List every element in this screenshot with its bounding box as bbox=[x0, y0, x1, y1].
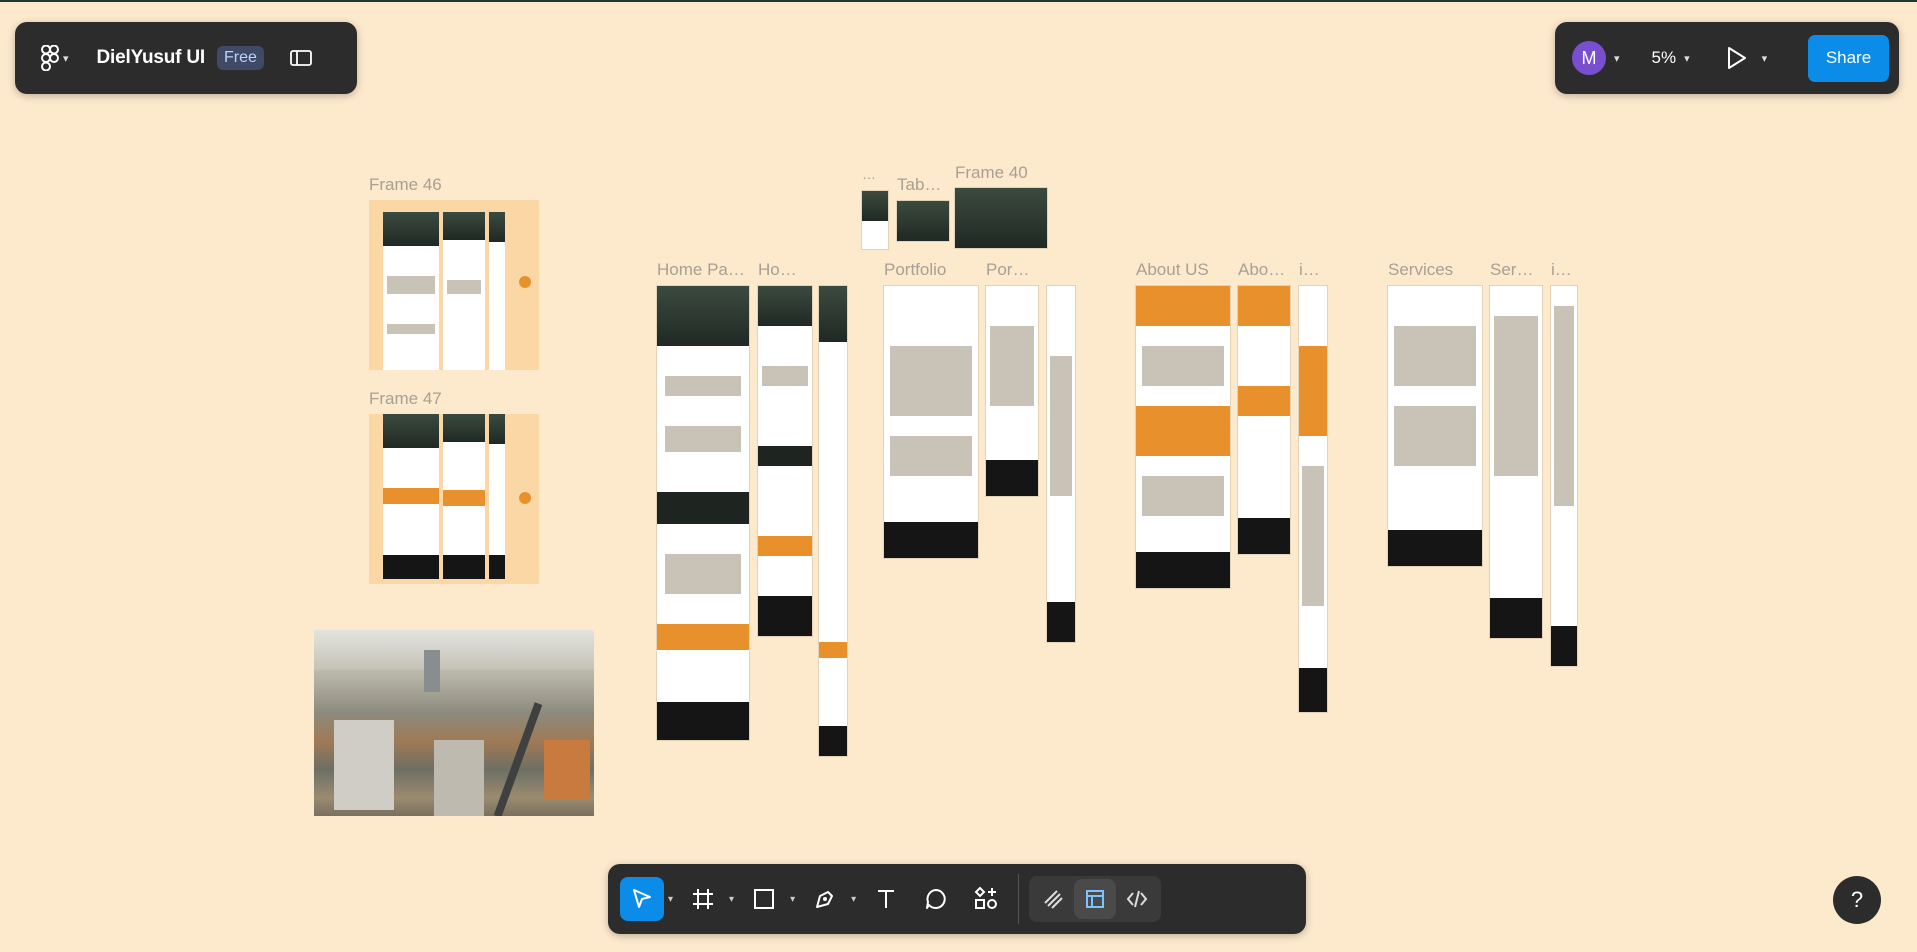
zoom-level: 5% bbox=[1651, 48, 1677, 67]
dev-mode-button[interactable] bbox=[1116, 879, 1158, 919]
frame-services-mobile[interactable] bbox=[1550, 285, 1578, 667]
chevron-down-icon: ▾ bbox=[1684, 52, 1690, 65]
frame-label[interactable]: … bbox=[862, 166, 876, 182]
frame-home-page[interactable] bbox=[656, 285, 750, 741]
frame-label[interactable]: i… bbox=[1299, 260, 1320, 280]
frame-home-tablet[interactable] bbox=[757, 285, 813, 637]
frame-label[interactable]: Ser… bbox=[1490, 260, 1533, 280]
frame-icon bbox=[693, 889, 714, 909]
frame-portfolio[interactable] bbox=[883, 285, 979, 559]
figma-logo-icon bbox=[41, 45, 59, 71]
chevron-down-icon[interactable]: ▾ bbox=[851, 894, 856, 905]
frame-services-tablet[interactable] bbox=[1489, 285, 1543, 639]
frame-mobile-small[interactable] bbox=[861, 190, 889, 250]
frame-label[interactable]: Frame 40 bbox=[955, 163, 1028, 183]
frame-label[interactable]: About US bbox=[1136, 260, 1209, 280]
play-icon bbox=[1727, 47, 1746, 69]
design-mode-button[interactable] bbox=[1074, 879, 1117, 919]
move-tool-button[interactable] bbox=[620, 877, 664, 921]
frame-about-us[interactable] bbox=[1135, 285, 1231, 589]
file-title[interactable]: DielYusuf UI bbox=[97, 47, 206, 69]
avatar: M bbox=[1572, 41, 1606, 75]
chevron-down-icon[interactable]: ▾ bbox=[790, 894, 795, 905]
frame-46[interactable] bbox=[369, 200, 539, 370]
frame-about-mobile[interactable] bbox=[1298, 285, 1328, 713]
bottom-toolbar: ▾ ▾ ▾ ▾ bbox=[608, 864, 1306, 934]
frame-40[interactable] bbox=[954, 187, 1048, 249]
user-menu[interactable]: M ▾ bbox=[1572, 41, 1620, 75]
frame-label[interactable]: Abo… bbox=[1238, 260, 1285, 280]
frame-47[interactable] bbox=[369, 414, 539, 584]
chevron-down-icon[interactable]: ▾ bbox=[729, 894, 734, 905]
rectangle-icon bbox=[754, 889, 775, 909]
mode-switcher bbox=[1029, 876, 1162, 922]
frame-portfolio-tablet[interactable] bbox=[985, 285, 1039, 497]
pen-icon bbox=[816, 891, 834, 908]
frame-label[interactable]: Services bbox=[1388, 260, 1453, 280]
city-photo[interactable] bbox=[314, 630, 594, 816]
text-tool-button[interactable] bbox=[864, 877, 908, 921]
cursor-icon bbox=[633, 889, 651, 908]
frame-tool-button[interactable] bbox=[681, 877, 725, 921]
toolbar-divider bbox=[1018, 874, 1020, 924]
frame-label[interactable]: Frame 47 bbox=[369, 389, 442, 409]
collab-panel: M ▾ 5% ▾ ▾ Share bbox=[1555, 22, 1899, 94]
draw-mode-button[interactable] bbox=[1032, 879, 1074, 919]
code-icon bbox=[1126, 890, 1148, 908]
text-icon bbox=[878, 890, 895, 908]
present-button[interactable]: ▾ bbox=[1726, 46, 1768, 70]
chevron-down-icon[interactable]: ▾ bbox=[668, 894, 673, 905]
frame-label[interactable]: Por… bbox=[986, 260, 1029, 280]
chevron-down-icon: ▾ bbox=[1761, 52, 1768, 65]
frame-label[interactable]: Frame 46 bbox=[369, 175, 442, 195]
comment-tool-button[interactable] bbox=[914, 877, 958, 921]
design-icon bbox=[1086, 890, 1105, 908]
actions-tool-button[interactable] bbox=[964, 877, 1008, 921]
frame-about-tablet[interactable] bbox=[1237, 285, 1291, 555]
toggle-sidebar-button[interactable] bbox=[290, 50, 312, 66]
frame-label[interactable]: Tab… bbox=[897, 175, 941, 195]
zoom-menu[interactable]: 5% ▾ bbox=[1620, 48, 1690, 68]
frame-home-mobile[interactable] bbox=[818, 285, 848, 757]
frame-label[interactable]: Portfolio bbox=[884, 260, 946, 280]
shape-tool-button[interactable] bbox=[742, 877, 786, 921]
chevron-down-icon: ▾ bbox=[63, 52, 69, 65]
frame-label[interactable]: Ho… bbox=[758, 260, 797, 280]
share-button[interactable]: Share bbox=[1808, 34, 1889, 82]
comment-icon bbox=[926, 889, 946, 909]
sidebar-icon bbox=[290, 50, 312, 66]
frame-portfolio-mobile[interactable] bbox=[1046, 285, 1076, 643]
frame-services[interactable] bbox=[1387, 285, 1483, 567]
help-button[interactable]: ? bbox=[1833, 876, 1881, 924]
main-menu-button[interactable]: ▾ bbox=[41, 45, 69, 71]
frame-label[interactable]: Home Pa… bbox=[657, 260, 745, 280]
plan-badge[interactable]: Free bbox=[217, 46, 264, 70]
file-menu-panel: ▾ DielYusuf UI Free bbox=[15, 22, 357, 94]
frame-label[interactable]: i… bbox=[1551, 260, 1572, 280]
draw-icon bbox=[1044, 890, 1063, 909]
frame-tablet[interactable] bbox=[896, 200, 950, 242]
pen-tool-button[interactable] bbox=[803, 877, 847, 921]
assets-icon bbox=[974, 886, 998, 909]
